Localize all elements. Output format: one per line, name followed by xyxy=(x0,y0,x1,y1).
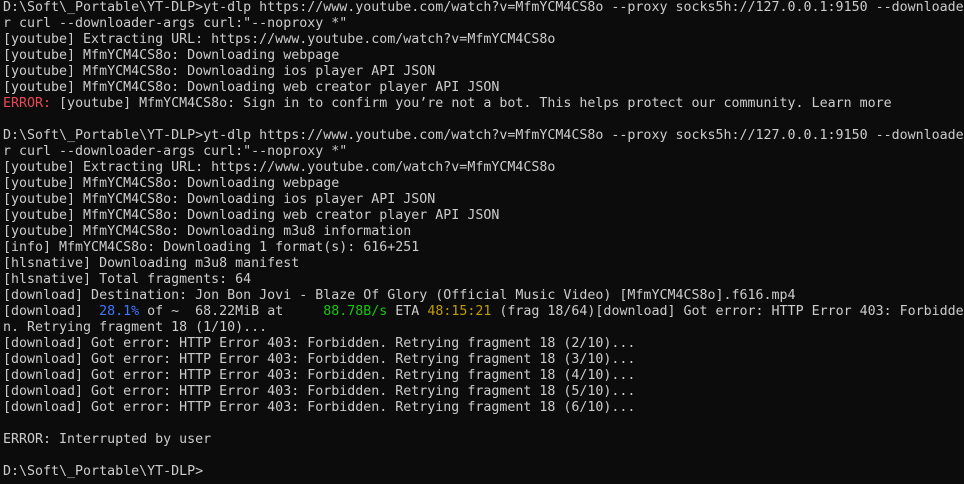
progress-rest: (frag 18/64)[download] Got error: HTTP E… xyxy=(491,304,964,319)
prompt-line-current[interactable]: D:\Soft\_Portable\YT-DLP> xyxy=(3,464,964,480)
prompt-line-wrap: r curl --downloader-args curl:"--noproxy… xyxy=(3,16,348,31)
output-line: [download] Got error: HTTP Error 403: Fo… xyxy=(3,384,636,399)
error-label: ERROR: xyxy=(3,96,52,111)
output-line-wrap: n. Retrying fragment 18 (1/10)... xyxy=(3,320,268,335)
output-line: [hlsnative] Total fragments: 64 xyxy=(3,272,252,287)
output-line: [hlsnative] Downloading m3u8 manifest xyxy=(3,256,300,271)
prompt-line: D:\Soft\_Portable\YT-DLP>yt-dlp https://… xyxy=(3,0,964,15)
output-line: [youtube] MfmYCM4CS8o: Downloading web c… xyxy=(3,80,500,95)
progress-speed: 88.78B/s xyxy=(323,304,388,319)
output-line: [download] Got error: HTTP Error 403: Fo… xyxy=(3,352,636,367)
progress-eta: 48:15:21 xyxy=(427,304,492,319)
progress-eta-label: ETA xyxy=(387,304,428,319)
output-line: [youtube] MfmYCM4CS8o: Downloading web c… xyxy=(3,208,500,223)
output-line: [info] MfmYCM4CS8o: Downloading 1 format… xyxy=(3,240,420,255)
prompt-line: D:\Soft\_Portable\YT-DLP>yt-dlp https://… xyxy=(3,128,964,143)
output-line: [youtube] MfmYCM4CS8o: Downloading m3u8 … xyxy=(3,224,412,239)
output-line: [download] Destination: Jon Bon Jovi - B… xyxy=(3,288,796,303)
progress-percent: 28.1% xyxy=(99,304,140,319)
output-line: [download] Got error: HTTP Error 403: Fo… xyxy=(3,368,636,383)
output-line: [youtube] MfmYCM4CS8o: Downloading webpa… xyxy=(3,176,340,191)
progress-line: [download] 28.1% of ~ 68.22MiB at 88.78B… xyxy=(3,304,964,320)
output-line: [youtube] MfmYCM4CS8o: Downloading webpa… xyxy=(3,48,340,63)
output-line: [youtube] Extracting URL: https://www.yo… xyxy=(3,32,556,47)
console-window[interactable]: D:\Soft\_Portable\YT-DLP>yt-dlp https://… xyxy=(0,0,964,484)
output-line: [youtube] Extracting URL: https://www.yo… xyxy=(3,160,556,175)
output-line: [download] Got error: HTTP Error 403: Fo… xyxy=(3,336,636,351)
output-line: [youtube] MfmYCM4CS8o: Downloading ios p… xyxy=(3,64,436,79)
progress-size: of ~ 68.22MiB at xyxy=(139,304,324,319)
error-message: [youtube] MfmYCM4CS8o: Sign in to confir… xyxy=(51,96,892,111)
error-line: ERROR: [youtube] MfmYCM4CS8o: Sign in to… xyxy=(3,96,964,112)
progress-prefix: [download] xyxy=(3,304,100,319)
prompt-line-wrap: r curl --downloader-args curl:"--noproxy… xyxy=(3,144,348,159)
output-line: [youtube] MfmYCM4CS8o: Downloading ios p… xyxy=(3,192,436,207)
output-line: [download] Got error: HTTP Error 403: Fo… xyxy=(3,400,636,415)
error-line: ERROR: Interrupted by user xyxy=(3,432,212,447)
